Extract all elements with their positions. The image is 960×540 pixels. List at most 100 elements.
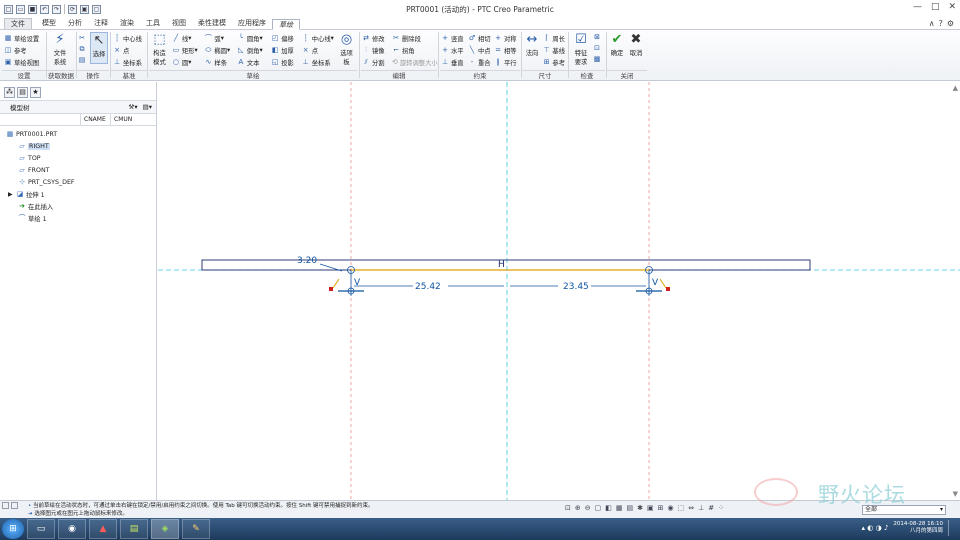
midpoint-constraint-button[interactable]: ╲ 中点	[468, 44, 494, 56]
start-button[interactable]: ⊞	[2, 519, 24, 539]
tab-render[interactable]: 渲染	[114, 18, 140, 29]
taskbar-acrobat[interactable]: ▲	[89, 519, 117, 539]
spin-center-icon[interactable]: ◉	[668, 504, 674, 512]
graphics-area[interactable]: H 3.20 25.42 23.45 V V ▲ ▼	[158, 82, 960, 500]
tree-item-part[interactable]: ▦ PRT0001.PRT	[0, 128, 156, 140]
taskbar-chrome[interactable]: ◉	[58, 519, 86, 539]
construction-mode-button[interactable]: ⬚ 构造 模式	[149, 32, 170, 68]
clock[interactable]: 2014-08-28 16:10 八月的第四周	[893, 521, 943, 535]
palette-button[interactable]: ◎ 选项 板	[336, 32, 357, 68]
annotation-display-icon[interactable]: ▣	[647, 504, 654, 512]
dimension-25-42[interactable]: 25.42	[415, 282, 441, 292]
taskbar-explorer[interactable]: ▭	[27, 519, 55, 539]
tree-item-insert-here[interactable]: ➔ 在此插入	[0, 200, 156, 212]
normal-dimension-button[interactable]: ↔ 法向	[523, 32, 541, 68]
datum-display-icon[interactable]: ✱	[637, 504, 643, 512]
offset-button[interactable]: ◰ 偏移	[271, 32, 300, 44]
tab-file[interactable]: 文件	[4, 18, 32, 29]
canvas-corner-arrow-icon[interactable]: ▲	[953, 84, 958, 92]
tab-sketch[interactable]: 草绘	[272, 19, 300, 30]
zoom-in-icon[interactable]: ⊕	[575, 504, 581, 512]
close-button[interactable]: ✕	[948, 2, 956, 12]
dimension-23-45[interactable]: 23.45	[563, 282, 589, 292]
line-button[interactable]: ╱ 线 ▾	[172, 32, 202, 44]
canvas-corner-arrow-icon-bottom[interactable]: ▼	[953, 490, 958, 498]
tab-annotate[interactable]: 注释	[88, 18, 114, 29]
tray-icons[interactable]: ▴ ◐ ◑ ♪	[862, 524, 889, 532]
ellipse-button[interactable]: ⬭ 椭圆 ▾	[204, 44, 234, 56]
taskbar-notes[interactable]: ▤	[120, 519, 148, 539]
circle-button[interactable]: ○ 圆 ▾	[172, 56, 202, 68]
saved-orientations-icon[interactable]: ▦	[616, 504, 623, 512]
datum-csys-button[interactable]: ⊥ 坐标系	[113, 56, 145, 68]
endpoint-marker-left[interactable]	[329, 287, 333, 291]
arc-button[interactable]: ⌒ 弧 ▾	[204, 32, 234, 44]
column-header-cname[interactable]: CNAME	[80, 114, 110, 125]
chamfer-button[interactable]: ◺ 倒角 ▾	[237, 44, 269, 56]
tree-item-extrude[interactable]: ▶ ◪ 拉伸 1	[0, 188, 156, 200]
expand-arrow-icon[interactable]: ▶	[8, 191, 16, 198]
tree-item-right[interactable]: ▱ RIGHT	[0, 140, 156, 152]
minimize-button[interactable]: —	[913, 2, 922, 12]
reference-dimension-button[interactable]: ⊞ 参考	[543, 56, 565, 68]
references-button[interactable]: ◫ 参考	[4, 44, 44, 56]
overlapping-icon[interactable]: ⊠	[593, 33, 601, 41]
corner-button[interactable]: ⌐ 拐角	[392, 44, 436, 56]
thicken-button[interactable]: ◧ 加厚	[271, 44, 300, 56]
centerline-button[interactable]: ┆ 中心线 ▾	[302, 32, 334, 44]
display-style-icon[interactable]: ◧	[605, 504, 612, 512]
folder-browser-tab-icon[interactable]: ▤	[17, 87, 28, 98]
delete-segment-button[interactable]: ✂ 删除段	[392, 32, 436, 44]
sketch-view-button[interactable]: ▣ 草绘视图	[4, 56, 44, 68]
highlight-open-ends-icon[interactable]: ⊡	[593, 44, 601, 52]
project-button[interactable]: ◱ 投影	[271, 56, 300, 68]
tab-flexible-modeling[interactable]: 柔性建模	[192, 18, 232, 29]
message-toggle-icon[interactable]	[2, 502, 9, 509]
settings-icon[interactable]: ⚙	[947, 19, 954, 28]
dimension-display-icon[interactable]: ⇔	[688, 504, 694, 512]
maximize-button[interactable]: □	[931, 2, 940, 12]
fillet-button[interactable]: ╰ 圆角 ▾	[237, 32, 269, 44]
tab-applications[interactable]: 应用程序	[232, 18, 272, 29]
taskbar-creo[interactable]: ◈	[151, 519, 179, 539]
favorites-tab-icon[interactable]: ★	[30, 87, 41, 98]
perimeter-button[interactable]: ⌈ 周长	[543, 32, 565, 44]
minimize-ribbon-icon[interactable]: ∧	[929, 19, 935, 28]
paste-icon[interactable]: ▤	[78, 56, 86, 64]
mirror-button[interactable]: ⫶ 镜像	[362, 44, 390, 56]
tree-item-csys[interactable]: ⊹ PRT_CSYS_DEF	[0, 176, 156, 188]
sketch-view-toggle-icon[interactable]: ⬚	[678, 504, 685, 512]
coincident-constraint-button[interactable]: - 重合	[468, 56, 494, 68]
sketch-leg-left[interactable]	[332, 278, 340, 289]
sketch-leg-right[interactable]	[659, 278, 667, 289]
cancel-button[interactable]: ✖ 取消	[627, 32, 645, 57]
tab-analysis[interactable]: 分析	[62, 18, 88, 29]
navigator-toggle-icon[interactable]	[11, 502, 18, 509]
feature-requirements-button[interactable]: ☑ 特征 要求	[570, 32, 592, 66]
grid-display-icon[interactable]: #	[708, 504, 714, 512]
view-manager-icon[interactable]: ▤	[627, 504, 634, 512]
refit-icon[interactable]: ⊡	[565, 504, 571, 512]
constraint-display-icon[interactable]: ⊥	[698, 504, 704, 512]
divide-button[interactable]: ⫽ 分割	[362, 56, 390, 68]
show-menu-icon[interactable]: ▤▾	[143, 103, 152, 111]
ok-button[interactable]: ✔ 确定	[608, 32, 626, 57]
text-button[interactable]: A 文本	[237, 56, 269, 68]
tab-view[interactable]: 视图	[166, 18, 192, 29]
copy-icon[interactable]: ⧉	[78, 45, 86, 53]
zoom-out-icon[interactable]: ⊖	[585, 504, 591, 512]
horizontal-constraint-button[interactable]: + 水平	[441, 44, 468, 56]
cut-icon[interactable]: ✂	[78, 34, 86, 42]
show-desktop-button[interactable]	[948, 520, 956, 536]
tab-tools[interactable]: 工具	[140, 18, 166, 29]
help-icon[interactable]: ?	[939, 19, 943, 28]
perpendicular-constraint-button[interactable]: ⊥ 垂直	[441, 56, 468, 68]
equal-constraint-button[interactable]: = 相等	[494, 44, 519, 56]
sketch-display-icon[interactable]: ⊞	[658, 504, 664, 512]
file-system-button[interactable]: ⚡ 文件 系统	[49, 32, 71, 66]
sketch-csys-button[interactable]: ⊥ 坐标系	[302, 56, 334, 68]
parallel-constraint-button[interactable]: ∥ 平行	[494, 56, 519, 68]
dimension-3-20[interactable]: 3.20	[297, 256, 317, 266]
tree-settings-icon[interactable]: ⚒▾	[129, 103, 138, 111]
tree-item-front[interactable]: ▱ FRONT	[0, 164, 156, 176]
